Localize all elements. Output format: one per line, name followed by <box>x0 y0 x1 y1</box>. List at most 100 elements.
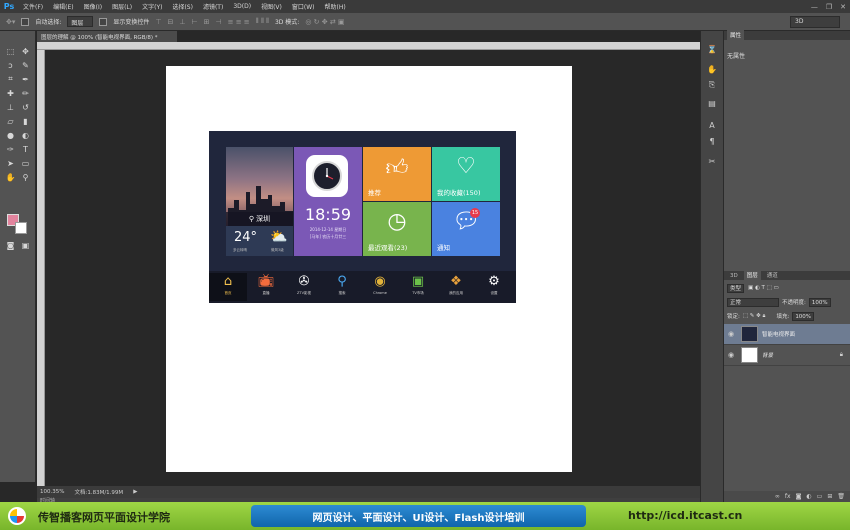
blur-tool-icon[interactable]: ● <box>3 129 18 141</box>
crop-tool-icon[interactable]: ⌗ <box>3 73 18 85</box>
lock-icons[interactable]: ⬚ ✎ ✥ 🔒︎ <box>743 313 766 320</box>
menu-file[interactable]: 文件(F) <box>18 2 48 11</box>
tab-channels[interactable]: 通道 <box>764 270 781 280</box>
new-layer-icon[interactable]: ⊞ <box>827 493 832 500</box>
history-brush-tool-icon[interactable]: ↺ <box>18 101 33 113</box>
type-tool-icon[interactable]: T <box>18 143 33 155</box>
menu-image[interactable]: 图像(I) <box>79 2 107 11</box>
group-icon[interactable]: ▭ <box>817 493 823 500</box>
paragraph-panel-icon[interactable]: ¶ <box>705 135 719 147</box>
stamp-tool-icon[interactable]: ⊥ <box>3 101 18 113</box>
fill-field[interactable]: 100% <box>792 311 815 321</box>
layer-row[interactable]: ◉ 智能电视界面 <box>724 324 850 345</box>
tool-presets-icon[interactable]: ▤ <box>705 97 719 109</box>
auto-select-checkbox[interactable] <box>21 17 30 26</box>
brush-tool-icon[interactable]: ✏ <box>18 87 33 99</box>
quick-select-tool-icon[interactable]: ✎ <box>18 59 33 71</box>
distribute-h-icon[interactable]: ⫴ ⫴ ⫴ <box>256 17 269 26</box>
layer-row[interactable]: ◉ 背景 🔒︎ <box>724 345 850 366</box>
move-tool-icon[interactable]: ✥ <box>18 45 33 57</box>
gradient-tool-icon[interactable]: ▮ <box>18 115 33 127</box>
path-select-tool-icon[interactable]: ➤ <box>3 157 18 169</box>
opacity-field[interactable]: 100% <box>808 297 831 307</box>
menu-layer[interactable]: 图层(L) <box>107 2 137 11</box>
weather-widget[interactable]: 24° ⛅ 多云转晴 微风3级 <box>226 226 293 256</box>
dock-settings[interactable]: ⚙ 设置 <box>475 273 513 301</box>
align-right-icon[interactable]: ⊣ <box>216 18 222 26</box>
layer-style-icon[interactable]: fx <box>785 493 791 500</box>
link-layers-icon[interactable]: ∞ <box>775 493 780 500</box>
align-middle-icon[interactable]: ⊟ <box>168 18 174 26</box>
restore-button[interactable]: ❐ <box>826 3 832 11</box>
document-tab[interactable]: 图层的理解 @ 100% (智能电视界面, RGB/8) * <box>37 31 177 42</box>
zoom-tool-icon[interactable]: ⚲ <box>18 171 33 183</box>
align-center-icon[interactable]: ⊞ <box>204 18 210 26</box>
add-mask-icon[interactable]: ◙ <box>796 493 802 500</box>
menu-help[interactable]: 帮助(H) <box>320 2 351 11</box>
zoom-level[interactable]: 100.35% <box>40 489 64 495</box>
align-top-icon[interactable]: ⊤ <box>155 18 161 26</box>
background-color-swatch[interactable] <box>15 222 27 234</box>
character-panel-icon[interactable]: A <box>705 119 719 131</box>
move-tool-preset-icon[interactable]: ✥▾ <box>6 18 15 26</box>
shape-tool-icon[interactable]: ▭ <box>18 157 33 169</box>
tile-favorites[interactable]: ♡ 我的收藏(150) <box>432 147 500 201</box>
dock-home[interactable]: ⌂ 首页 <box>209 273 247 301</box>
adjustment-layer-icon[interactable]: ◐ <box>806 493 811 500</box>
brush-panel-icon[interactable]: ✋ <box>705 63 719 75</box>
menu-filter[interactable]: 滤镜(T) <box>198 2 228 11</box>
hand-tool-icon[interactable]: ✋ <box>3 171 18 183</box>
dock-search[interactable]: ⚲ 搜索 <box>323 273 361 301</box>
menu-type[interactable]: 文字(Y) <box>137 2 167 11</box>
menu-window[interactable]: 窗口(W) <box>287 2 320 11</box>
eye-icon[interactable]: ◉ <box>728 351 734 359</box>
tab-3d[interactable]: 3D <box>727 272 741 280</box>
minimize-button[interactable]: — <box>811 3 818 11</box>
dock-live[interactable]: 📺︎ 直播 <box>247 273 285 301</box>
filter-icons[interactable]: ▣ ◐ T ⬚ ▭ <box>748 285 779 291</box>
dock-label: Chrome <box>373 291 387 295</box>
close-button[interactable]: ✕ <box>840 3 846 11</box>
align-left-icon[interactable]: ⊢ <box>192 18 198 26</box>
tile-notify[interactable]: 💬︎ 15 通知 <box>432 202 500 256</box>
eye-icon[interactable]: ◉ <box>728 330 734 338</box>
dodge-tool-icon[interactable]: ◐ <box>18 129 33 141</box>
trash-icon[interactable]: 🗑︎ <box>837 493 845 500</box>
history-panel-icon[interactable]: ⌛ <box>705 43 719 55</box>
screen-mode-icon[interactable]: ▣ <box>18 239 33 251</box>
actions-panel-icon[interactable]: ✂ <box>705 155 719 167</box>
dock-my-apps[interactable]: ❖ 我的应用 <box>437 273 475 301</box>
document-info[interactable]: 文档:1.83M/1.99M <box>74 488 123 496</box>
tile-recommend[interactable]: 👍︎ 推荐 <box>363 147 431 201</box>
eyedropper-tool-icon[interactable]: ✒ <box>18 73 33 85</box>
menu-3d[interactable]: 3D(D) <box>228 3 256 10</box>
pen-tool-icon[interactable]: ✑ <box>3 143 18 155</box>
3d-orbit-icon[interactable]: ◎ ↻ ✥ ⇄ ▣ <box>305 18 344 26</box>
distribute-icon[interactable]: ≡ ≡ ≡ <box>228 18 250 26</box>
align-bottom-icon[interactable]: ⊥ <box>179 18 185 26</box>
healing-tool-icon[interactable]: ✚ <box>3 87 18 99</box>
dock-tv-market[interactable]: ▣ TV市场 <box>399 273 437 301</box>
status-arrow-icon[interactable]: ▶ <box>133 489 137 495</box>
workspace-dropdown[interactable]: 3D <box>790 16 840 28</box>
tile-recent[interactable]: ◷ 最近观看(23) <box>363 202 431 256</box>
properties-empty-text: 无属性 <box>727 53 746 60</box>
menu-edit[interactable]: 编辑(E) <box>48 2 78 11</box>
marquee-tool-icon[interactable]: ⬚ <box>3 45 18 57</box>
blend-mode-dropdown[interactable]: 正常 <box>727 297 779 307</box>
lasso-tool-icon[interactable]: ↄ <box>3 59 18 71</box>
filter-kind-dropdown[interactable]: 类型 <box>727 283 745 293</box>
quick-mask-icon[interactable]: ◙ <box>3 239 18 251</box>
menu-select[interactable]: 选择(S) <box>167 2 198 11</box>
dock-chrome[interactable]: ◉ Chrome <box>361 273 399 301</box>
tab-properties[interactable]: 属性 <box>727 30 745 40</box>
clone-source-icon[interactable]: ⎘ <box>705 79 719 91</box>
show-transform-checkbox[interactable] <box>99 17 108 26</box>
clock-tile[interactable]: 18:59 2014-12-14 星期日 [马年] 农历十月廿三 <box>294 147 362 256</box>
tab-layers[interactable]: 图层 <box>743 270 761 280</box>
temperature: 24° <box>234 230 258 245</box>
dock-movies[interactable]: ✇ ZTV影视 <box>285 273 323 301</box>
menu-view[interactable]: 视图(V) <box>256 2 287 11</box>
eraser-tool-icon[interactable]: ▱ <box>3 115 18 127</box>
auto-select-dropdown[interactable]: 图层 <box>67 16 94 27</box>
